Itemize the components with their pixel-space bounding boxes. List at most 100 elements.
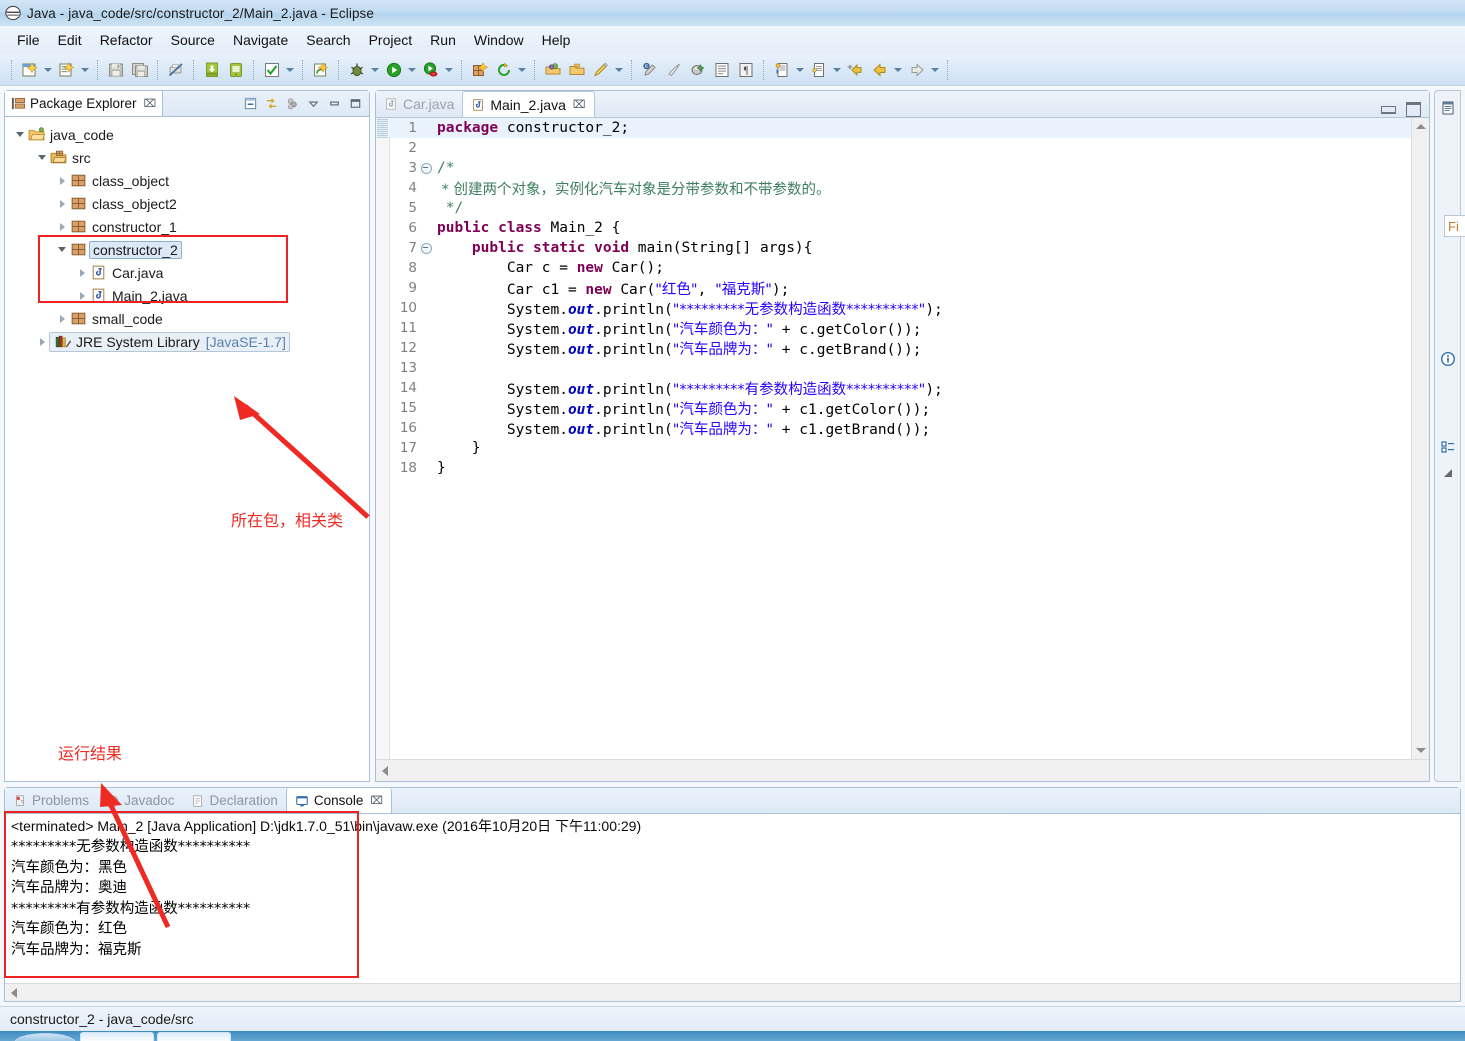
- tree-item-jre-system-library[interactable]: JRE System Library [JavaSE-1.7]: [5, 330, 369, 353]
- run-dropdown-icon[interactable]: [406, 59, 417, 81]
- tree-item-src[interactable]: src: [5, 146, 369, 169]
- collapse-arrow-icon[interactable]: [75, 261, 89, 284]
- tab-javadoc[interactable]: @ Javadoc: [97, 788, 183, 813]
- view-menu-icon[interactable]: [305, 95, 322, 112]
- run-external-tools-dropdown-icon[interactable]: [443, 59, 454, 81]
- check-mark-icon[interactable]: [261, 59, 283, 81]
- tree-item-car-java[interactable]: Car.java: [5, 261, 369, 284]
- menu-project[interactable]: Project: [360, 29, 422, 51]
- toggle-block-selection-icon[interactable]: [711, 59, 733, 81]
- maximize-icon[interactable]: [1406, 102, 1421, 117]
- forward-icon[interactable]: [906, 59, 928, 81]
- menu-file[interactable]: File: [8, 29, 49, 51]
- new-android-project-icon[interactable]: [310, 59, 332, 81]
- android-sdk-manager-icon[interactable]: [201, 59, 223, 81]
- open-task-icon[interactable]: [566, 59, 588, 81]
- taskbar-item-1[interactable]: [80, 1032, 154, 1041]
- minimize-icon[interactable]: [326, 95, 343, 112]
- code-lines[interactable]: 1package constructor_2;23/*4 * 创建两个对象，实例…: [389, 118, 1412, 759]
- minimize-icon[interactable]: [1381, 106, 1396, 114]
- code-editor[interactable]: 1package constructor_2;23/*4 * 创建两个对象，实例…: [376, 118, 1429, 781]
- collapse-arrow-icon[interactable]: [55, 192, 69, 215]
- menu-run[interactable]: Run: [421, 29, 465, 51]
- tab-declaration[interactable]: Declaration: [183, 788, 286, 813]
- new-java-class-icon[interactable]: [469, 59, 491, 81]
- expand-arrow-icon[interactable]: [13, 123, 27, 146]
- scroll-left-icon[interactable]: [5, 982, 23, 1003]
- scroll-left-icon[interactable]: [376, 760, 394, 781]
- debug-dropdown-icon[interactable]: [369, 59, 380, 81]
- link-with-editor-icon[interactable]: [263, 95, 280, 112]
- toggle-breakpoint-icon[interactable]: C: [639, 59, 661, 81]
- tree-item-class-object[interactable]: class_object: [5, 169, 369, 192]
- next-annotation-icon[interactable]: [771, 59, 793, 81]
- refresh-dropdown-icon[interactable]: [516, 59, 527, 81]
- fold-collapse-icon[interactable]: [419, 243, 433, 254]
- expand-arrow-icon[interactable]: [55, 238, 69, 261]
- maximize-icon[interactable]: [347, 95, 364, 112]
- tree-item-java-code[interactable]: java_code: [5, 123, 369, 146]
- back-dropdown-icon[interactable]: [892, 59, 903, 81]
- save-icon[interactable]: [105, 59, 127, 81]
- editor-horizontal-scrollbar[interactable]: [376, 759, 1429, 781]
- menu-search[interactable]: Search: [297, 29, 359, 51]
- menu-navigate[interactable]: Navigate: [224, 29, 297, 51]
- tab-problems[interactable]: Problems: [5, 788, 97, 813]
- back-icon[interactable]: [869, 59, 891, 81]
- back-history-icon[interactable]: [845, 59, 867, 81]
- collapse-arrow-icon[interactable]: [55, 307, 69, 330]
- search-skip-icon[interactable]: [687, 59, 709, 81]
- expand-arrow-icon[interactable]: [35, 146, 49, 169]
- android-avd-manager-icon[interactable]: [225, 59, 247, 81]
- brush-icon[interactable]: [663, 59, 685, 81]
- new-java-package-dropdown-icon[interactable]: [79, 59, 90, 81]
- menu-refactor[interactable]: Refactor: [91, 29, 162, 51]
- new-java-package-icon[interactable]: [56, 59, 78, 81]
- tree-item-class-object2[interactable]: class_object2: [5, 192, 369, 215]
- pencil-dropdown-icon[interactable]: [613, 59, 624, 81]
- close-icon[interactable]: ⌧: [144, 97, 157, 110]
- menu-edit[interactable]: Edit: [49, 29, 91, 51]
- hierarchy-view-icon[interactable]: [1435, 434, 1460, 460]
- collapse-all-icon[interactable]: [242, 95, 259, 112]
- fold-collapse-icon[interactable]: [419, 163, 433, 174]
- close-icon[interactable]: ⌧: [370, 794, 383, 807]
- tree-item-constructor-2[interactable]: constructor_2: [5, 238, 369, 261]
- tree-item-main-2-java[interactable]: Main_2.java: [5, 284, 369, 307]
- run-external-tools-icon[interactable]: [420, 59, 442, 81]
- menu-window[interactable]: Window: [465, 29, 533, 51]
- menu-help[interactable]: Help: [533, 29, 580, 51]
- pencil-icon[interactable]: [590, 59, 612, 81]
- debug-icon[interactable]: [346, 59, 368, 81]
- tab-package-explorer[interactable]: Package Explorer ⌧: [5, 91, 163, 116]
- tab-main-2-java[interactable]: Main_2.java ⌧: [462, 91, 594, 117]
- last-edit-location-icon[interactable]: [808, 59, 830, 81]
- package-tree[interactable]: java_code src: [5, 117, 369, 781]
- next-annotation-dropdown-icon[interactable]: [794, 59, 805, 81]
- outline-view-icon[interactable]: [1435, 95, 1460, 121]
- collapse-arrow-icon[interactable]: [55, 215, 69, 238]
- collapse-arrow-icon[interactable]: [55, 169, 69, 192]
- collapse-arrow-icon[interactable]: [35, 330, 49, 353]
- collapse-arrow-icon[interactable]: [75, 284, 89, 307]
- information-icon[interactable]: [1435, 346, 1460, 372]
- scroll-up-icon[interactable]: [1412, 118, 1429, 135]
- tab-console[interactable]: Console ⌧: [286, 788, 392, 813]
- check-mark-dropdown-icon[interactable]: [284, 59, 295, 81]
- close-icon[interactable]: ⌧: [573, 98, 586, 111]
- console-output[interactable]: <terminated> Main_2 [Java Application] D…: [5, 814, 1460, 983]
- console-horizontal-scrollbar[interactable]: [5, 983, 1460, 1001]
- tree-item-small-code[interactable]: small_code: [5, 307, 369, 330]
- menu-source[interactable]: Source: [162, 29, 224, 51]
- last-edit-location-dropdown-icon[interactable]: [831, 59, 842, 81]
- scroll-down-icon[interactable]: [1412, 742, 1429, 759]
- view-menu-filter-icon[interactable]: [284, 95, 301, 112]
- resize-corner-icon[interactable]: [1435, 460, 1460, 486]
- taskbar-item-2[interactable]: [157, 1032, 231, 1041]
- start-button[interactable]: [14, 1033, 76, 1041]
- new-wizard-dropdown-icon[interactable]: [42, 59, 53, 81]
- forward-dropdown-icon[interactable]: [929, 59, 940, 81]
- show-whitespace-icon[interactable]: ¶: [735, 59, 757, 81]
- tree-item-constructor-1[interactable]: constructor_1: [5, 215, 369, 238]
- no-print-icon[interactable]: [165, 59, 187, 81]
